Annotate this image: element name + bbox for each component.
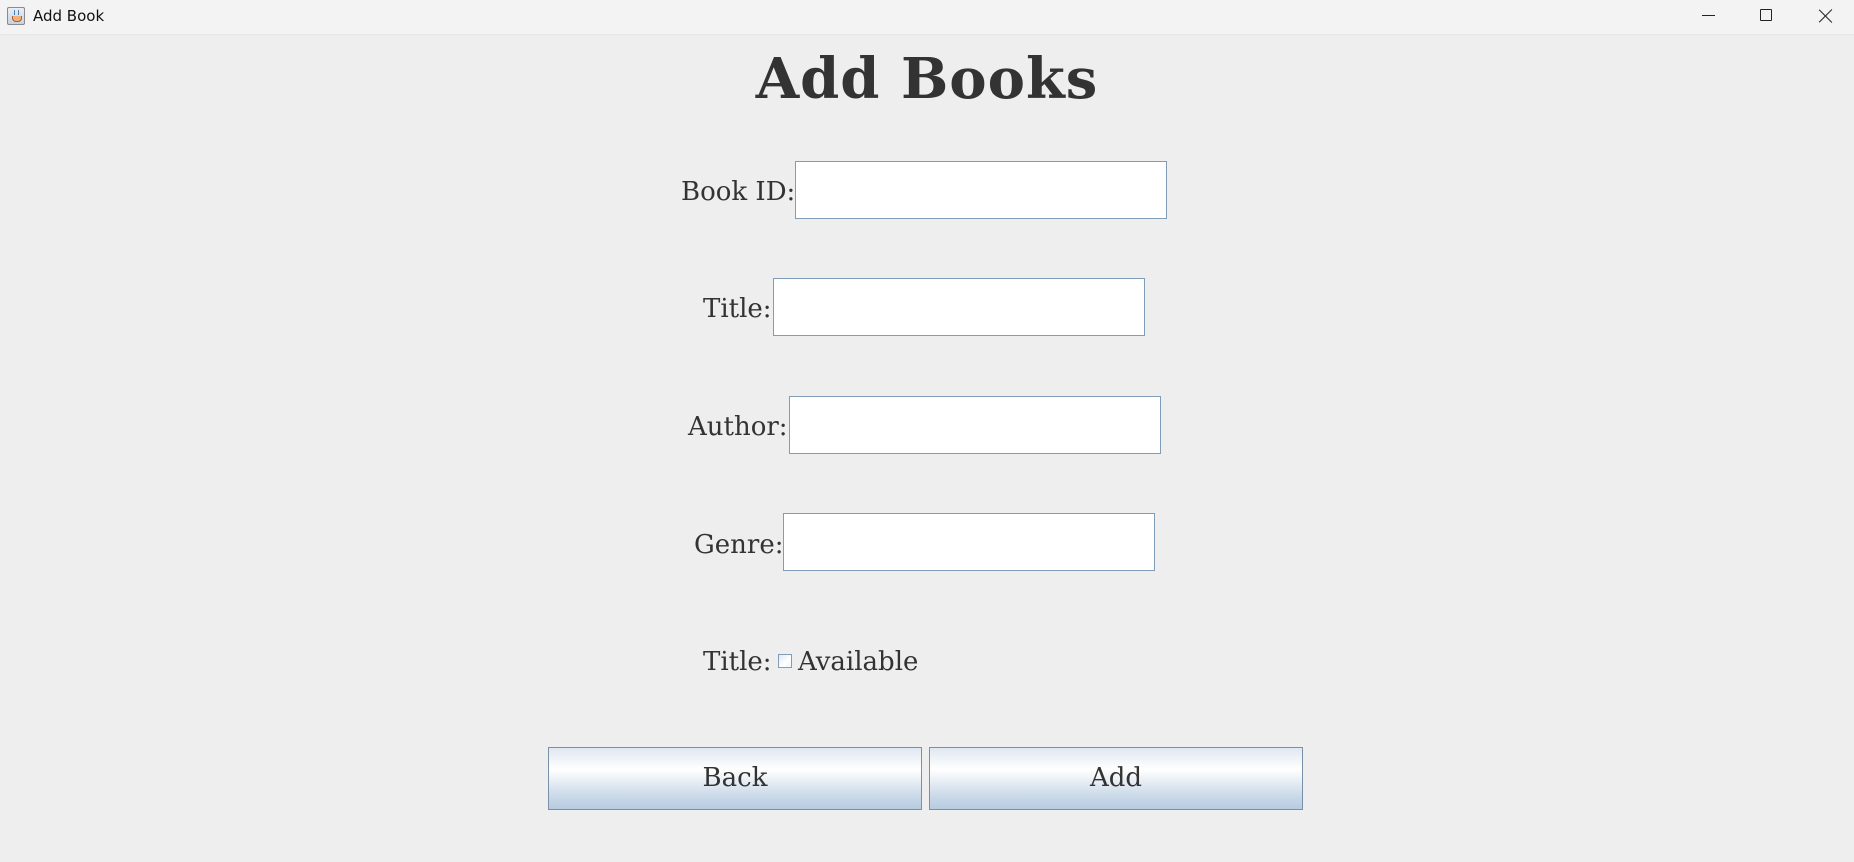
title-input[interactable]: [773, 278, 1145, 336]
back-button[interactable]: Back: [548, 747, 922, 810]
minimize-button[interactable]: [1679, 0, 1737, 33]
title-label: Title:: [703, 294, 772, 324]
minimize-icon: [1702, 15, 1715, 16]
maximize-icon: [1760, 9, 1772, 21]
close-icon: [1819, 9, 1833, 23]
genre-label: Genre:: [694, 530, 784, 560]
add-book-window: Add Book Add Books Book ID: Title: Autho…: [0, 0, 1854, 862]
available-checkbox[interactable]: [778, 654, 792, 668]
available-checkbox-label[interactable]: Available: [798, 646, 918, 678]
genre-input[interactable]: [783, 513, 1155, 571]
author-input[interactable]: [789, 396, 1161, 454]
author-label: Author:: [688, 412, 788, 442]
book-id-label: Book ID:: [681, 177, 796, 207]
availability-label: Title:: [703, 647, 772, 677]
close-button[interactable]: [1796, 0, 1854, 33]
add-button[interactable]: Add: [929, 747, 1303, 810]
page-heading: Add Books: [755, 46, 1099, 112]
title-bar[interactable]: Add Book: [0, 0, 1854, 35]
book-id-input[interactable]: [795, 161, 1167, 219]
window-title: Add Book: [33, 7, 105, 25]
java-app-icon: [7, 7, 25, 25]
maximize-button[interactable]: [1737, 0, 1795, 33]
